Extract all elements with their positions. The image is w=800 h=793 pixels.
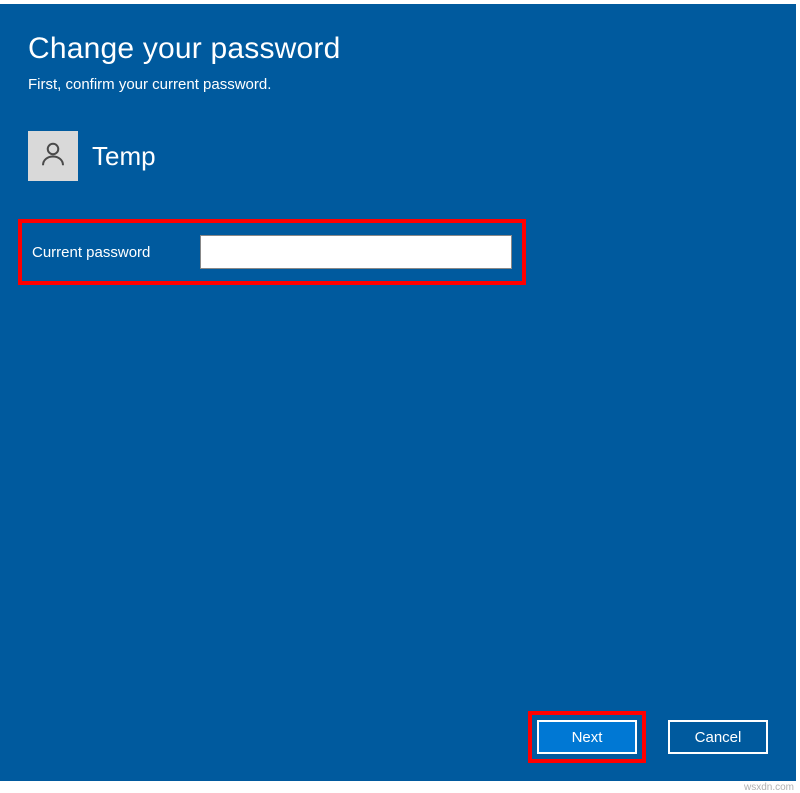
current-password-row: Current password [32, 235, 512, 269]
next-button[interactable]: Next [537, 720, 637, 754]
page-title: Change your password [28, 32, 768, 66]
change-password-dialog: Change your password First, confirm your… [0, 4, 796, 781]
user-row: Temp [28, 131, 768, 181]
current-password-input[interactable] [200, 235, 512, 269]
current-password-highlight: Current password [18, 219, 526, 285]
avatar [28, 131, 78, 181]
next-button-highlight: Next [528, 711, 646, 763]
page-subtitle: First, confirm your current password. [28, 76, 768, 93]
person-icon [38, 139, 68, 174]
username-label: Temp [92, 141, 156, 172]
current-password-label: Current password [32, 244, 162, 261]
cancel-button[interactable]: Cancel [668, 720, 768, 754]
watermark: wsxdn.com [744, 782, 794, 793]
button-row: Next Cancel [28, 711, 768, 763]
